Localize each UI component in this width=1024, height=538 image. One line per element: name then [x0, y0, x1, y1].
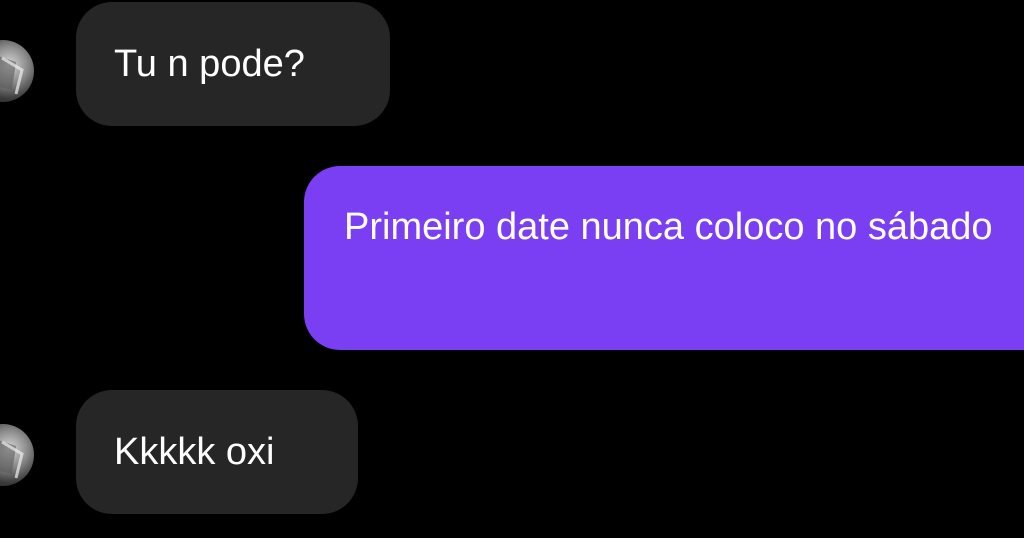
contact-avatar-icon[interactable]: [0, 40, 34, 102]
message-bubble-incoming[interactable]: Tu n pode?: [76, 2, 390, 126]
message-text: Kkkkk oxi: [114, 430, 275, 473]
contact-avatar-icon[interactable]: [0, 424, 34, 486]
message-bubble-incoming[interactable]: Kkkkk oxi: [76, 390, 358, 514]
message-text: Primeiro date nunca coloco no sábado: [344, 206, 993, 248]
message-text: Tu n pode?: [114, 42, 305, 85]
message-bubble-outgoing[interactable]: Primeiro date nunca coloco no sábado: [304, 166, 1024, 350]
